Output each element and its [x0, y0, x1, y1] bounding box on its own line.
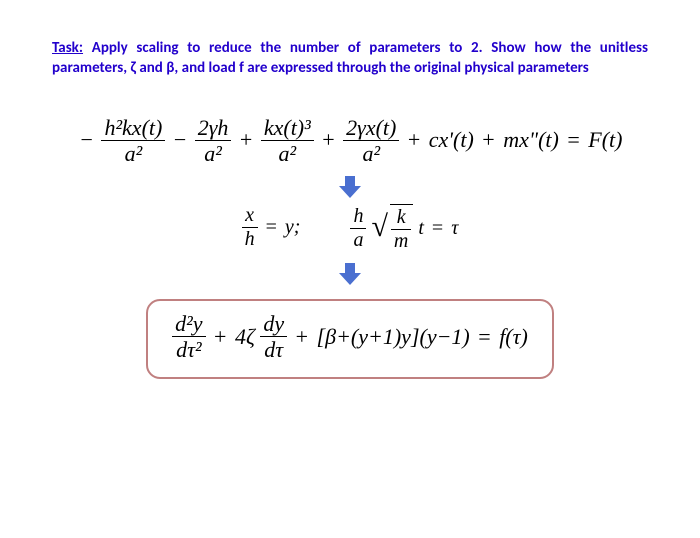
scaled-equation: d²y dτ² + 4ζ dy dτ + [β+(y+1)y](y−1) = f… [146, 299, 554, 379]
res-bracket: [β+(y+1)y](y−1) [317, 324, 470, 350]
sub2-num: h [350, 205, 366, 229]
sub2-rhs: τ [451, 217, 458, 240]
substitutions: x h = y; h a √ k m t = τ [52, 204, 648, 253]
res-rhs: f(τ) [499, 324, 528, 350]
task-label: Task: [52, 39, 83, 57]
eq1-t1-num: h²kx(t) [101, 115, 165, 141]
eq1-t6: mx"(t) [503, 127, 559, 153]
eq1-rhs: F(t) [588, 127, 622, 153]
eq1-t2-den: a² [195, 141, 232, 166]
task-text: Apply scaling to reduce the number of pa… [52, 39, 648, 77]
eq1-t4-den: a² [343, 141, 399, 166]
eq1-t3-num: kx(t)³ [261, 115, 314, 141]
eq1-t4-num: 2γx(t) [343, 115, 399, 141]
down-arrow-icon [339, 174, 361, 200]
res-t1-num: d²y [172, 311, 205, 337]
res-coef: 4ζ [235, 324, 255, 350]
eq1-t5: cx'(t) [429, 127, 474, 153]
sub1-den: h [242, 228, 258, 251]
down-arrow-icon [339, 261, 361, 287]
sub2-rad-num: k [391, 206, 411, 230]
sub2-t: t [418, 217, 424, 240]
sub1-rhs: y; [285, 216, 301, 239]
res-t1-den: dτ² [172, 337, 205, 362]
eq1-t3-den: a² [261, 141, 314, 166]
res-t2-den: dτ [260, 337, 287, 362]
eq1-t1-den: a² [101, 141, 165, 166]
res-t2-num: dy [260, 311, 287, 337]
original-equation: − h²kx(t) a² − 2γh a² + kx(t)³ a² + 2γx(… [52, 115, 648, 167]
eq1-t2-num: 2γh [195, 115, 232, 141]
sub2-den: a [350, 229, 366, 252]
sub1-num: x [242, 204, 258, 228]
task-statement: Task: Apply scaling to reduce the number… [52, 38, 648, 79]
sub2-rad-den: m [391, 230, 411, 253]
